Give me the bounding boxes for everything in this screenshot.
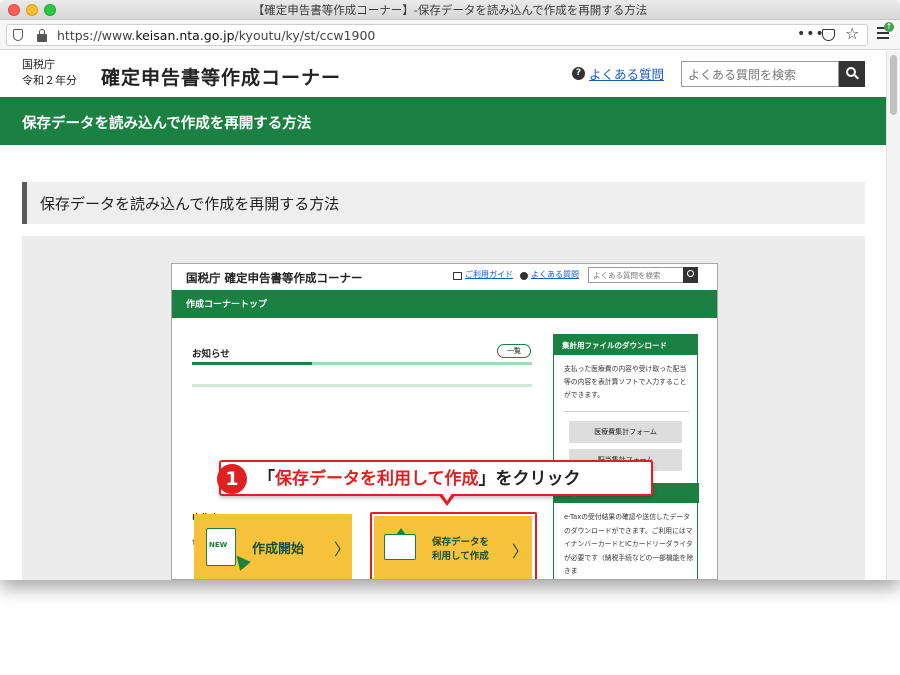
page: 【確定申告書等作成コーナー】-保存データを読み込んで作成を再開する方法 http… [0, 0, 900, 675]
faq-link[interactable]: よくある質問 [589, 64, 664, 83]
tracking-shield-icon[interactable] [13, 29, 23, 41]
inner-banner: 作成コーナートップ [172, 290, 717, 318]
search-button[interactable] [839, 61, 865, 87]
inner-side-text: 支払った医療費の内容や受け取った配当等の内容を表計算ソフトで入力することができま… [564, 365, 687, 399]
inner-news-title: お知らせ [192, 349, 230, 360]
inner-medical-form-button: 医療費集計フォーム [569, 421, 682, 443]
page-actions-icon[interactable]: ••• [797, 26, 825, 42]
inner-side-heading: 集計用ファイルのダウンロード [554, 335, 697, 355]
update-arrow-icon[interactable]: ↑ [884, 22, 894, 32]
chevron-right-icon: 〉 [334, 540, 351, 559]
inner-search-icon [683, 267, 698, 283]
inner-start-button: NEW 作成開始 〉 [194, 514, 352, 579]
lock-icon[interactable] [37, 29, 47, 42]
url-path: /kyoutu/ky/st/ccw1900 [234, 28, 376, 43]
inner-faq-link: よくある質問 [531, 270, 579, 279]
inner-start-label: 作成開始 [252, 542, 305, 557]
url-text[interactable]: https://www.keisan.nta.go.jp/kyoutu/ky/s… [57, 28, 375, 43]
address-bar[interactable]: https://www.keisan.nta.go.jp/kyoutu/ky/s… [6, 24, 868, 46]
instruction-highlight: 保存データを利用して作成 [275, 469, 479, 489]
title-bar: 【確定申告書等作成コーナー】-保存データを読み込んで作成を再開する方法 [0, 0, 900, 20]
banner-title: 保存データを読み込んで作成を再開する方法 [22, 116, 312, 132]
instruction-close: 」をクリック [478, 469, 581, 489]
inner-side-panel: 集計用ファイルのダウンロード 支払った医療費の内容や受け取った配当等の内容を表計… [553, 334, 699, 579]
browser-window: 【確定申告書等作成コーナー】-保存データを読み込んで作成を再開する方法 http… [0, 0, 900, 580]
agency-name: 国税庁 [22, 58, 55, 71]
inner-guide-link: ご利用ガイド [465, 270, 513, 279]
inner-site-title: 国税庁 確定申告書等作成コーナー [186, 271, 363, 285]
book-icon [453, 272, 462, 280]
inner-search-input: よくある質問を検索 [588, 267, 684, 283]
agency-info: 国税庁 令和２年分 [22, 57, 77, 89]
section-heading: 保存データを読み込んで作成を再開する方法 [22, 182, 865, 224]
faq-search-input[interactable]: よくある質問を検索 [681, 61, 839, 87]
inner-side-divider [564, 411, 689, 412]
tax-year: 令和２年分 [22, 74, 77, 87]
callout-pointer [438, 492, 456, 506]
highlight-frame [370, 512, 537, 579]
section-heading-text: 保存データを読み込んで作成を再開する方法 [40, 195, 340, 213]
inner-screenshot: 国税庁 確定申告書等作成コーナー ご利用ガイド よくある質問 よくある質問を検索… [171, 263, 718, 580]
window-title: 【確定申告書等作成コーナー】-保存データを読み込んで作成を再開する方法 [252, 3, 648, 17]
toolbar: https://www.keisan.nta.go.jp/kyoutu/ky/s… [0, 20, 900, 50]
new-badge: NEW [209, 541, 228, 549]
pocket-icon[interactable] [822, 29, 835, 41]
question-icon: ? [572, 67, 585, 80]
site-header: 国税庁 令和２年分 確定申告書等作成コーナー ? よくある質問 よくある質問を検… [0, 51, 886, 97]
instruction-open: 「 [258, 469, 275, 489]
inner-news-divider-2 [192, 384, 532, 387]
scrollbar-thumb[interactable] [890, 55, 897, 115]
inner-news-divider [192, 362, 532, 365]
inner-banner-title: 作成コーナートップ [186, 300, 268, 310]
step-number-badge: 1 [217, 464, 247, 494]
url-host: keisan.nta.go.jp [135, 28, 235, 43]
page-banner: 保存データを読み込んで作成を再開する方法 [0, 97, 886, 145]
scrollbar[interactable] [886, 51, 900, 580]
inner-question-icon [520, 272, 528, 280]
instruction-text: 「保存データを利用して作成」をクリック [258, 464, 581, 489]
bookmark-star-icon[interactable]: ☆ [845, 24, 859, 43]
url-prefix: https://www. [57, 28, 136, 43]
site-title[interactable]: 確定申告書等作成コーナー [101, 63, 341, 90]
inner-news-list-button: 一覧 [497, 344, 531, 358]
inner-side-text-2: e-Taxの受付結果の確認や送信したデータのダウンロードができます。ご利用にはマ… [564, 513, 694, 575]
